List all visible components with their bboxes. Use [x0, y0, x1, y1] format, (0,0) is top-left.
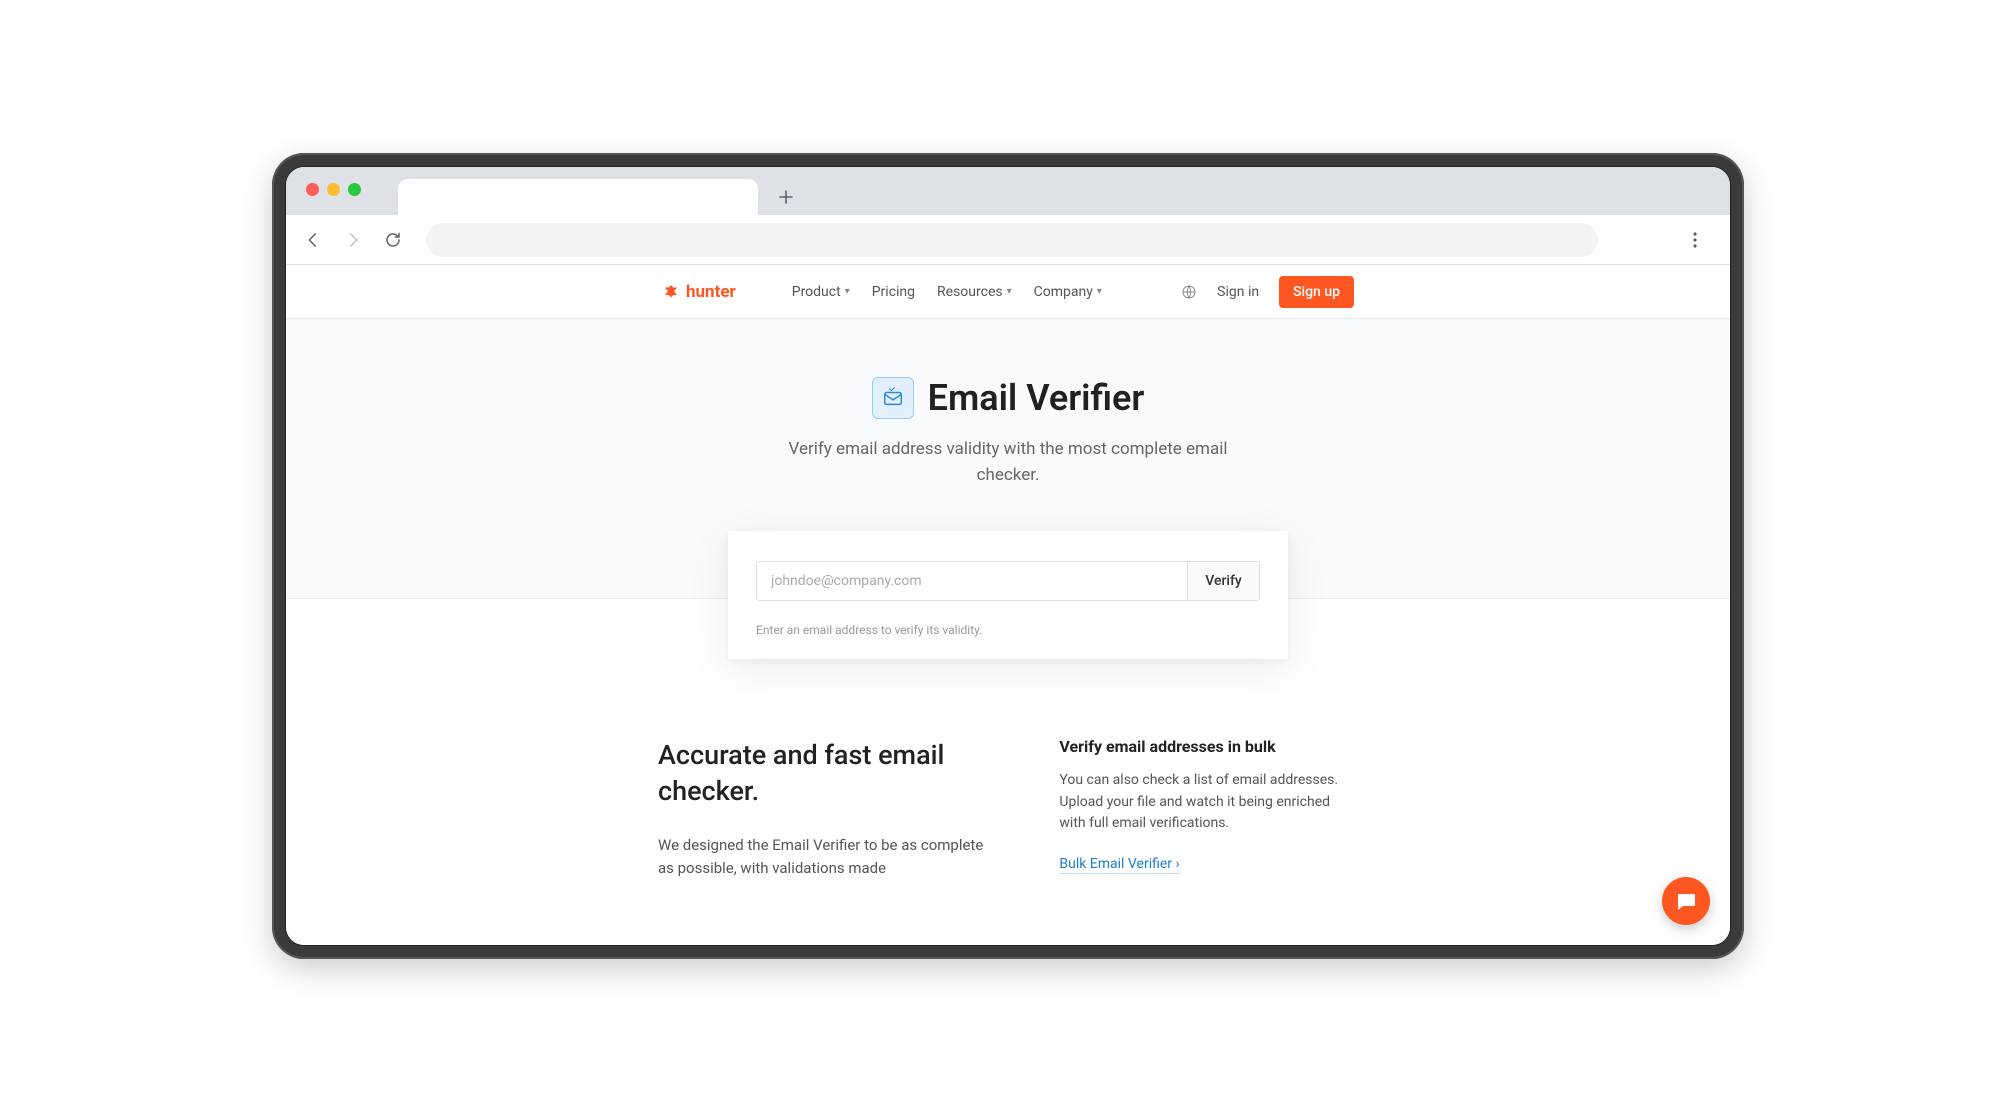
checker-heading: Accurate and fast email checker. [658, 737, 1001, 810]
back-button[interactable] [296, 223, 330, 257]
minimize-window-icon[interactable] [327, 183, 340, 196]
arrow-right-icon [344, 231, 362, 249]
verifier-card: Verify Enter an email address to verify … [728, 531, 1288, 659]
browser-toolbar [286, 215, 1730, 265]
new-tab-button[interactable] [772, 183, 800, 211]
logo-mark-icon [662, 283, 680, 301]
site-header: hunter Product ▾ Pricing Resources ▾ [286, 265, 1730, 319]
nav-product[interactable]: Product ▾ [792, 284, 850, 300]
page-content: hunter Product ▾ Pricing Resources ▾ [286, 265, 1730, 945]
chevron-down-icon: ▾ [845, 286, 850, 297]
email-input[interactable] [757, 562, 1187, 600]
nav-company[interactable]: Company ▾ [1034, 284, 1102, 300]
bulk-section: Verify email addresses in bulk You can a… [1059, 737, 1358, 880]
browser-menu-button[interactable] [1678, 223, 1712, 257]
chevron-down-icon: ▾ [1007, 286, 1012, 297]
chat-icon [1674, 889, 1698, 913]
checker-body: We designed the Email Verifier to be as … [658, 834, 1001, 881]
arrow-left-icon [304, 231, 322, 249]
checker-section: Accurate and fast email checker. We desi… [658, 737, 1001, 880]
chevron-down-icon: ▾ [1097, 286, 1102, 297]
browser-tab-strip [286, 167, 1730, 215]
address-bar[interactable] [426, 223, 1598, 257]
signin-link[interactable]: Sign in [1217, 284, 1259, 300]
language-switcher[interactable] [1181, 284, 1197, 300]
main-nav: Product ▾ Pricing Resources ▾ Company [792, 284, 1102, 300]
maximize-window-icon[interactable] [348, 183, 361, 196]
close-window-icon[interactable] [306, 183, 319, 196]
signup-button[interactable]: Sign up [1279, 276, 1354, 308]
active-tab[interactable] [398, 179, 758, 215]
dots-vertical-icon [1693, 232, 1697, 248]
mail-check-icon [882, 387, 904, 409]
nav-label: Pricing [872, 284, 915, 300]
logo-text: hunter [686, 282, 736, 302]
bulk-verifier-link[interactable]: Bulk Email Verifier › [1059, 856, 1179, 874]
plus-icon [778, 189, 794, 205]
forward-button[interactable] [336, 223, 370, 257]
globe-icon [1181, 284, 1197, 300]
verify-button[interactable]: Verify [1187, 562, 1259, 600]
content-columns: Accurate and fast email checker. We desi… [638, 659, 1378, 880]
logo[interactable]: hunter [662, 282, 736, 302]
bulk-heading: Verify email addresses in bulk [1059, 737, 1358, 756]
reload-button[interactable] [376, 223, 410, 257]
hero-title: Email Verifier [928, 377, 1145, 419]
nav-pricing[interactable]: Pricing [872, 284, 915, 300]
verifier-icon [872, 377, 914, 419]
nav-resources[interactable]: Resources ▾ [937, 284, 1012, 300]
nav-label: Resources [937, 284, 1003, 300]
chat-widget-button[interactable] [1662, 877, 1710, 925]
nav-label: Company [1034, 284, 1093, 300]
hero-subtitle: Verify email address validity with the m… [768, 437, 1248, 488]
window-traffic-lights [306, 183, 361, 196]
reload-icon [384, 231, 402, 249]
nav-label: Product [792, 284, 841, 300]
verifier-hint: Enter an email address to verify its val… [756, 623, 1260, 637]
bulk-body: You can also check a list of email addre… [1059, 770, 1358, 835]
